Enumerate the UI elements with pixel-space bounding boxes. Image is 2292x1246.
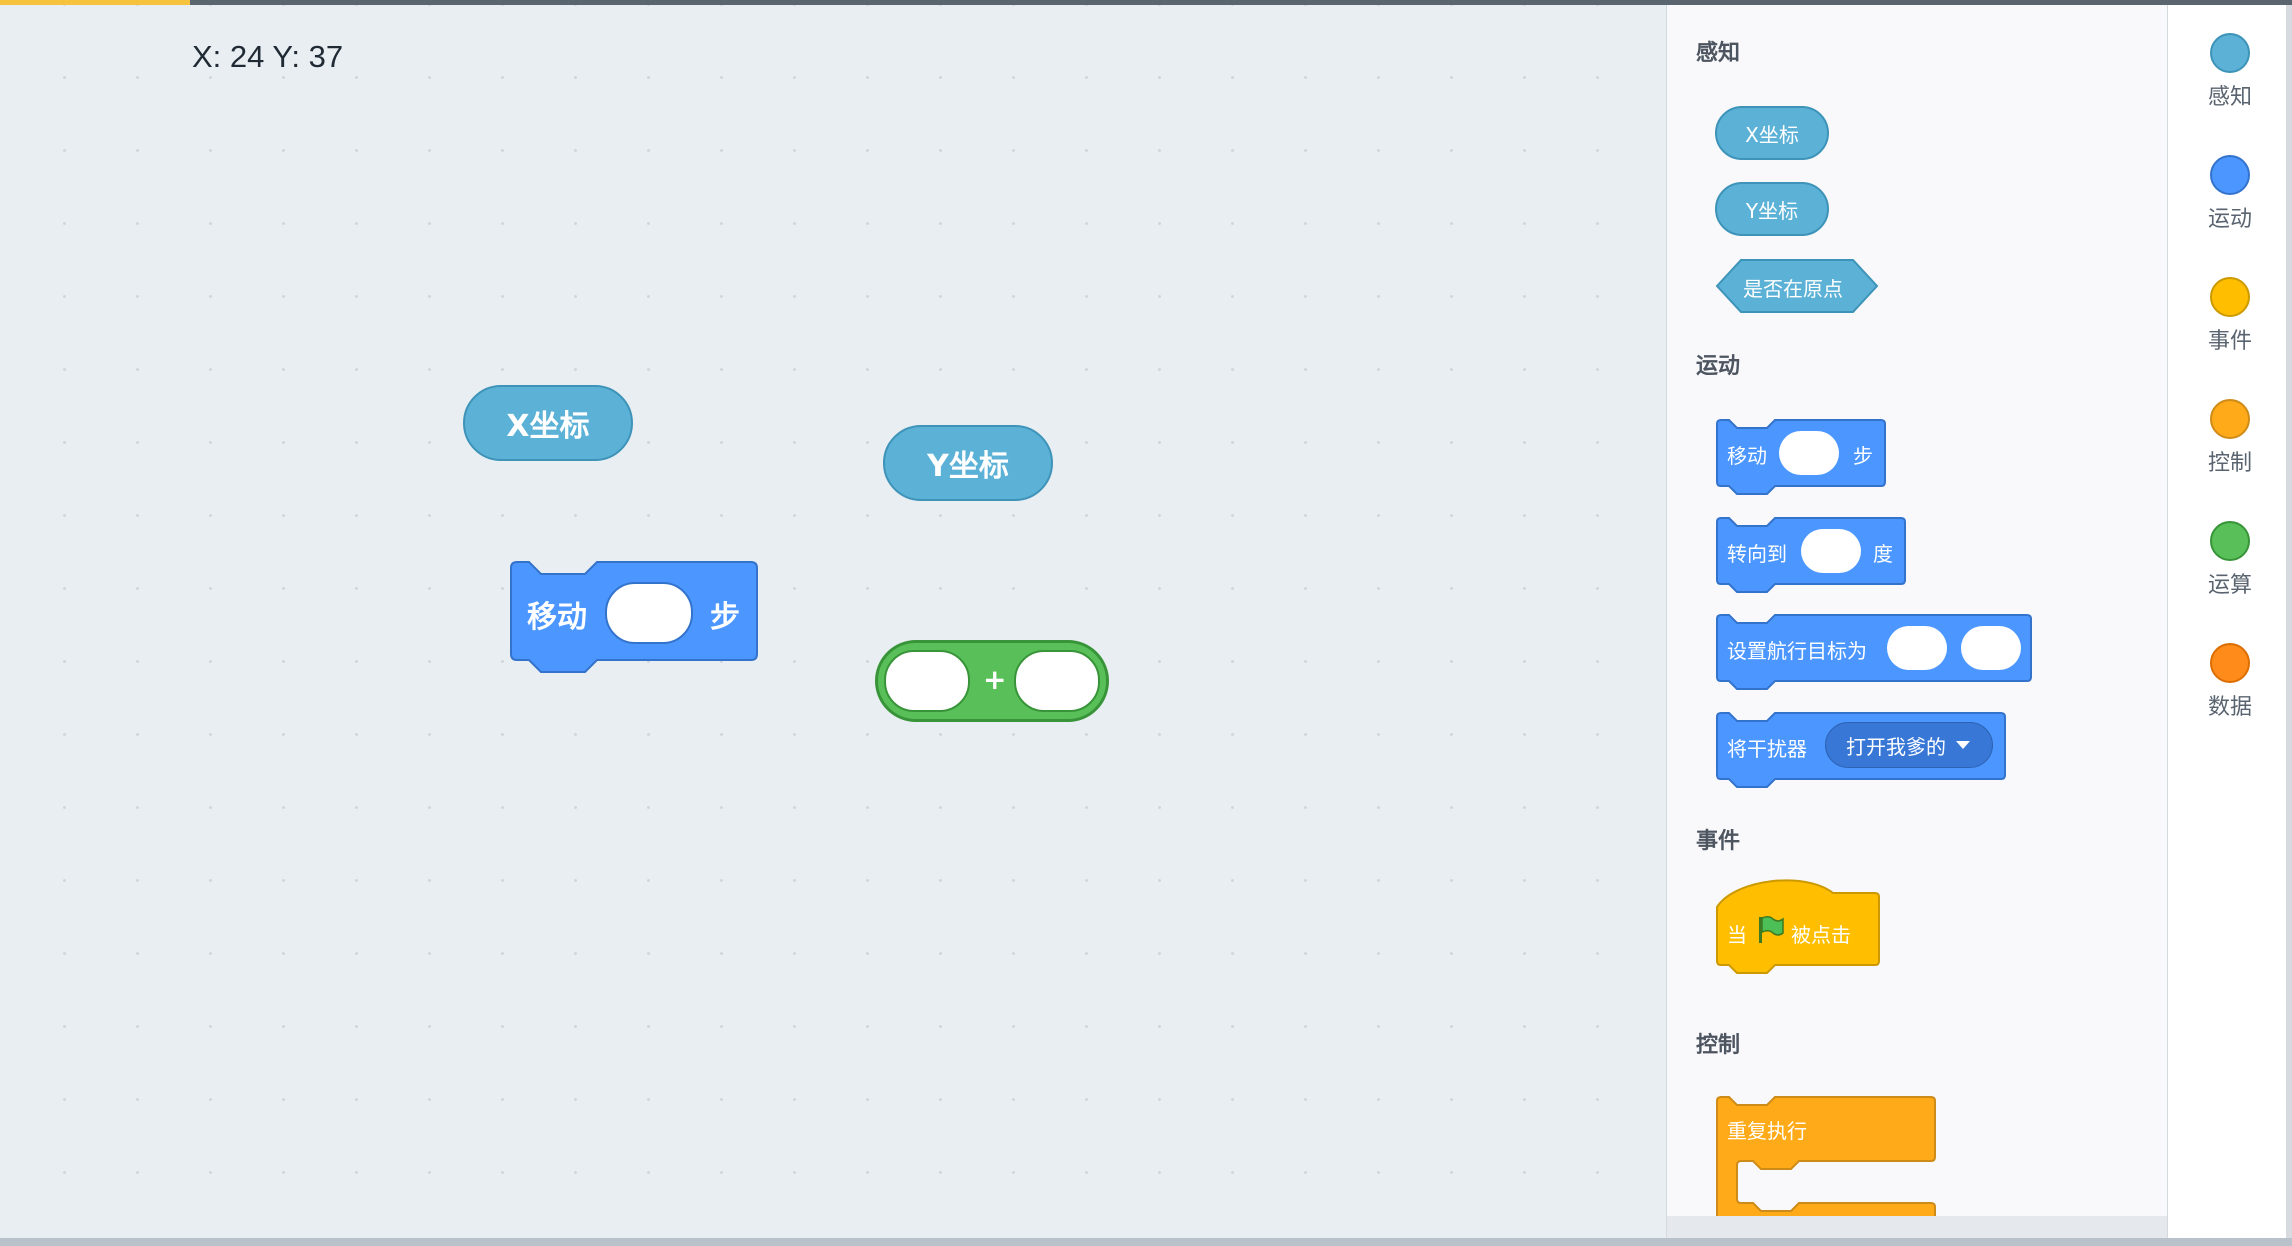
palette-title-motion: 运动 (1696, 354, 1741, 379)
add-right-input[interactable] (1014, 650, 1100, 712)
category-data[interactable]: 数据 (2168, 643, 2292, 721)
palette-when-label: 当 (1727, 923, 1747, 947)
palette-repeat-label: 重复执行 (1727, 1119, 1807, 1143)
category-label: 事件 (2207, 329, 2252, 354)
category-label: 数据 (2207, 695, 2252, 720)
palette-move-steps-input[interactable] (1779, 431, 1839, 475)
move-steps-input[interactable] (605, 582, 693, 644)
category-menu: 感知 运动 事件 控制 运算 数据 (2168, 5, 2292, 1238)
add-left-input[interactable] (884, 650, 970, 712)
palette-title-control: 控制 (1696, 1033, 1741, 1058)
at-origin-label: 是否在原点 (1743, 277, 1843, 301)
palette-target-x-input[interactable] (1887, 626, 1947, 670)
data-color-dot (2210, 643, 2250, 683)
category-events[interactable]: 事件 (2168, 277, 2292, 355)
control-color-dot (2210, 399, 2250, 439)
block-palette[interactable]: 感知 X坐标 Y坐标 是否在原点 运动 移动 步 转向到 度 设置航行目标为 将… (1666, 5, 2168, 1241)
palette-x-coord-block[interactable]: X坐标 (1715, 106, 1829, 160)
palette-clicked-label: 被点击 (1791, 923, 1851, 947)
category-label: 控制 (2207, 451, 2252, 476)
palette-jammer-label: 将干扰器 (1727, 737, 1807, 761)
palette-title-events: 事件 (1696, 829, 1741, 854)
palette-scroll-edge (1667, 1216, 2167, 1238)
palette-target-y-input[interactable] (1961, 626, 2021, 670)
workspace-add-operator-block[interactable]: + (875, 640, 1109, 722)
palette-jammer-block[interactable]: 将干扰器 打开我爹的 (1715, 711, 2007, 793)
chevron-down-icon (1956, 741, 1970, 749)
category-operators[interactable]: 运算 (2168, 521, 2292, 599)
move-block-label: 移动 (527, 600, 587, 635)
jammer-dropdown-value: 打开我爹的 (1846, 734, 1946, 759)
category-control[interactable]: 控制 (2168, 399, 2292, 477)
events-color-dot (2210, 277, 2250, 317)
motion-color-dot (2210, 155, 2250, 195)
window-right-edge (2286, 5, 2292, 1238)
palette-title-sensing: 感知 (1696, 41, 1741, 66)
green-flag-icon (1759, 915, 1784, 943)
palette-at-origin-block[interactable]: 是否在原点 (1715, 258, 1879, 314)
palette-set-target-block[interactable]: 设置航行目标为 (1715, 613, 2033, 695)
category-label: 运动 (2207, 207, 2252, 232)
palette-turn-label: 转向到 (1727, 542, 1787, 566)
category-label: 感知 (2207, 85, 2252, 110)
palette-move-unit: 步 (1853, 444, 1873, 468)
palette-jammer-dropdown[interactable]: 打开我爹的 (1825, 722, 1993, 768)
code-workspace[interactable]: X: 24 Y: 37 X坐标 Y坐标 移动 步 + (0, 5, 1666, 1238)
palette-turn-degrees-input[interactable] (1801, 529, 1861, 573)
category-sensing[interactable]: 感知 (2168, 33, 2292, 111)
palette-y-coord-block[interactable]: Y坐标 (1715, 182, 1829, 236)
sprite-coordinates: X: 24 Y: 37 (192, 39, 344, 74)
palette-set-target-label: 设置航行目标为 (1727, 639, 1867, 663)
workspace-move-block[interactable]: 移动 步 (509, 560, 759, 682)
category-motion[interactable]: 运动 (2168, 155, 2292, 233)
bottom-bar (0, 1238, 2292, 1246)
sensing-color-dot (2210, 33, 2250, 73)
workspace-x-coord-block[interactable]: X坐标 (463, 385, 633, 461)
operators-color-dot (2210, 521, 2250, 561)
add-operator-sign: + (983, 663, 1007, 696)
palette-move-block[interactable]: 移动 步 (1715, 418, 1887, 500)
palette-turn-block[interactable]: 转向到 度 (1715, 516, 1907, 598)
palette-move-label: 移动 (1727, 444, 1767, 468)
workspace-y-coord-block[interactable]: Y坐标 (883, 425, 1053, 501)
palette-when-flag-clicked-block[interactable]: 当 被点击 (1715, 871, 1881, 979)
move-block-unit: 步 (710, 600, 740, 635)
palette-turn-unit: 度 (1873, 542, 1893, 566)
category-label: 运算 (2207, 573, 2252, 598)
